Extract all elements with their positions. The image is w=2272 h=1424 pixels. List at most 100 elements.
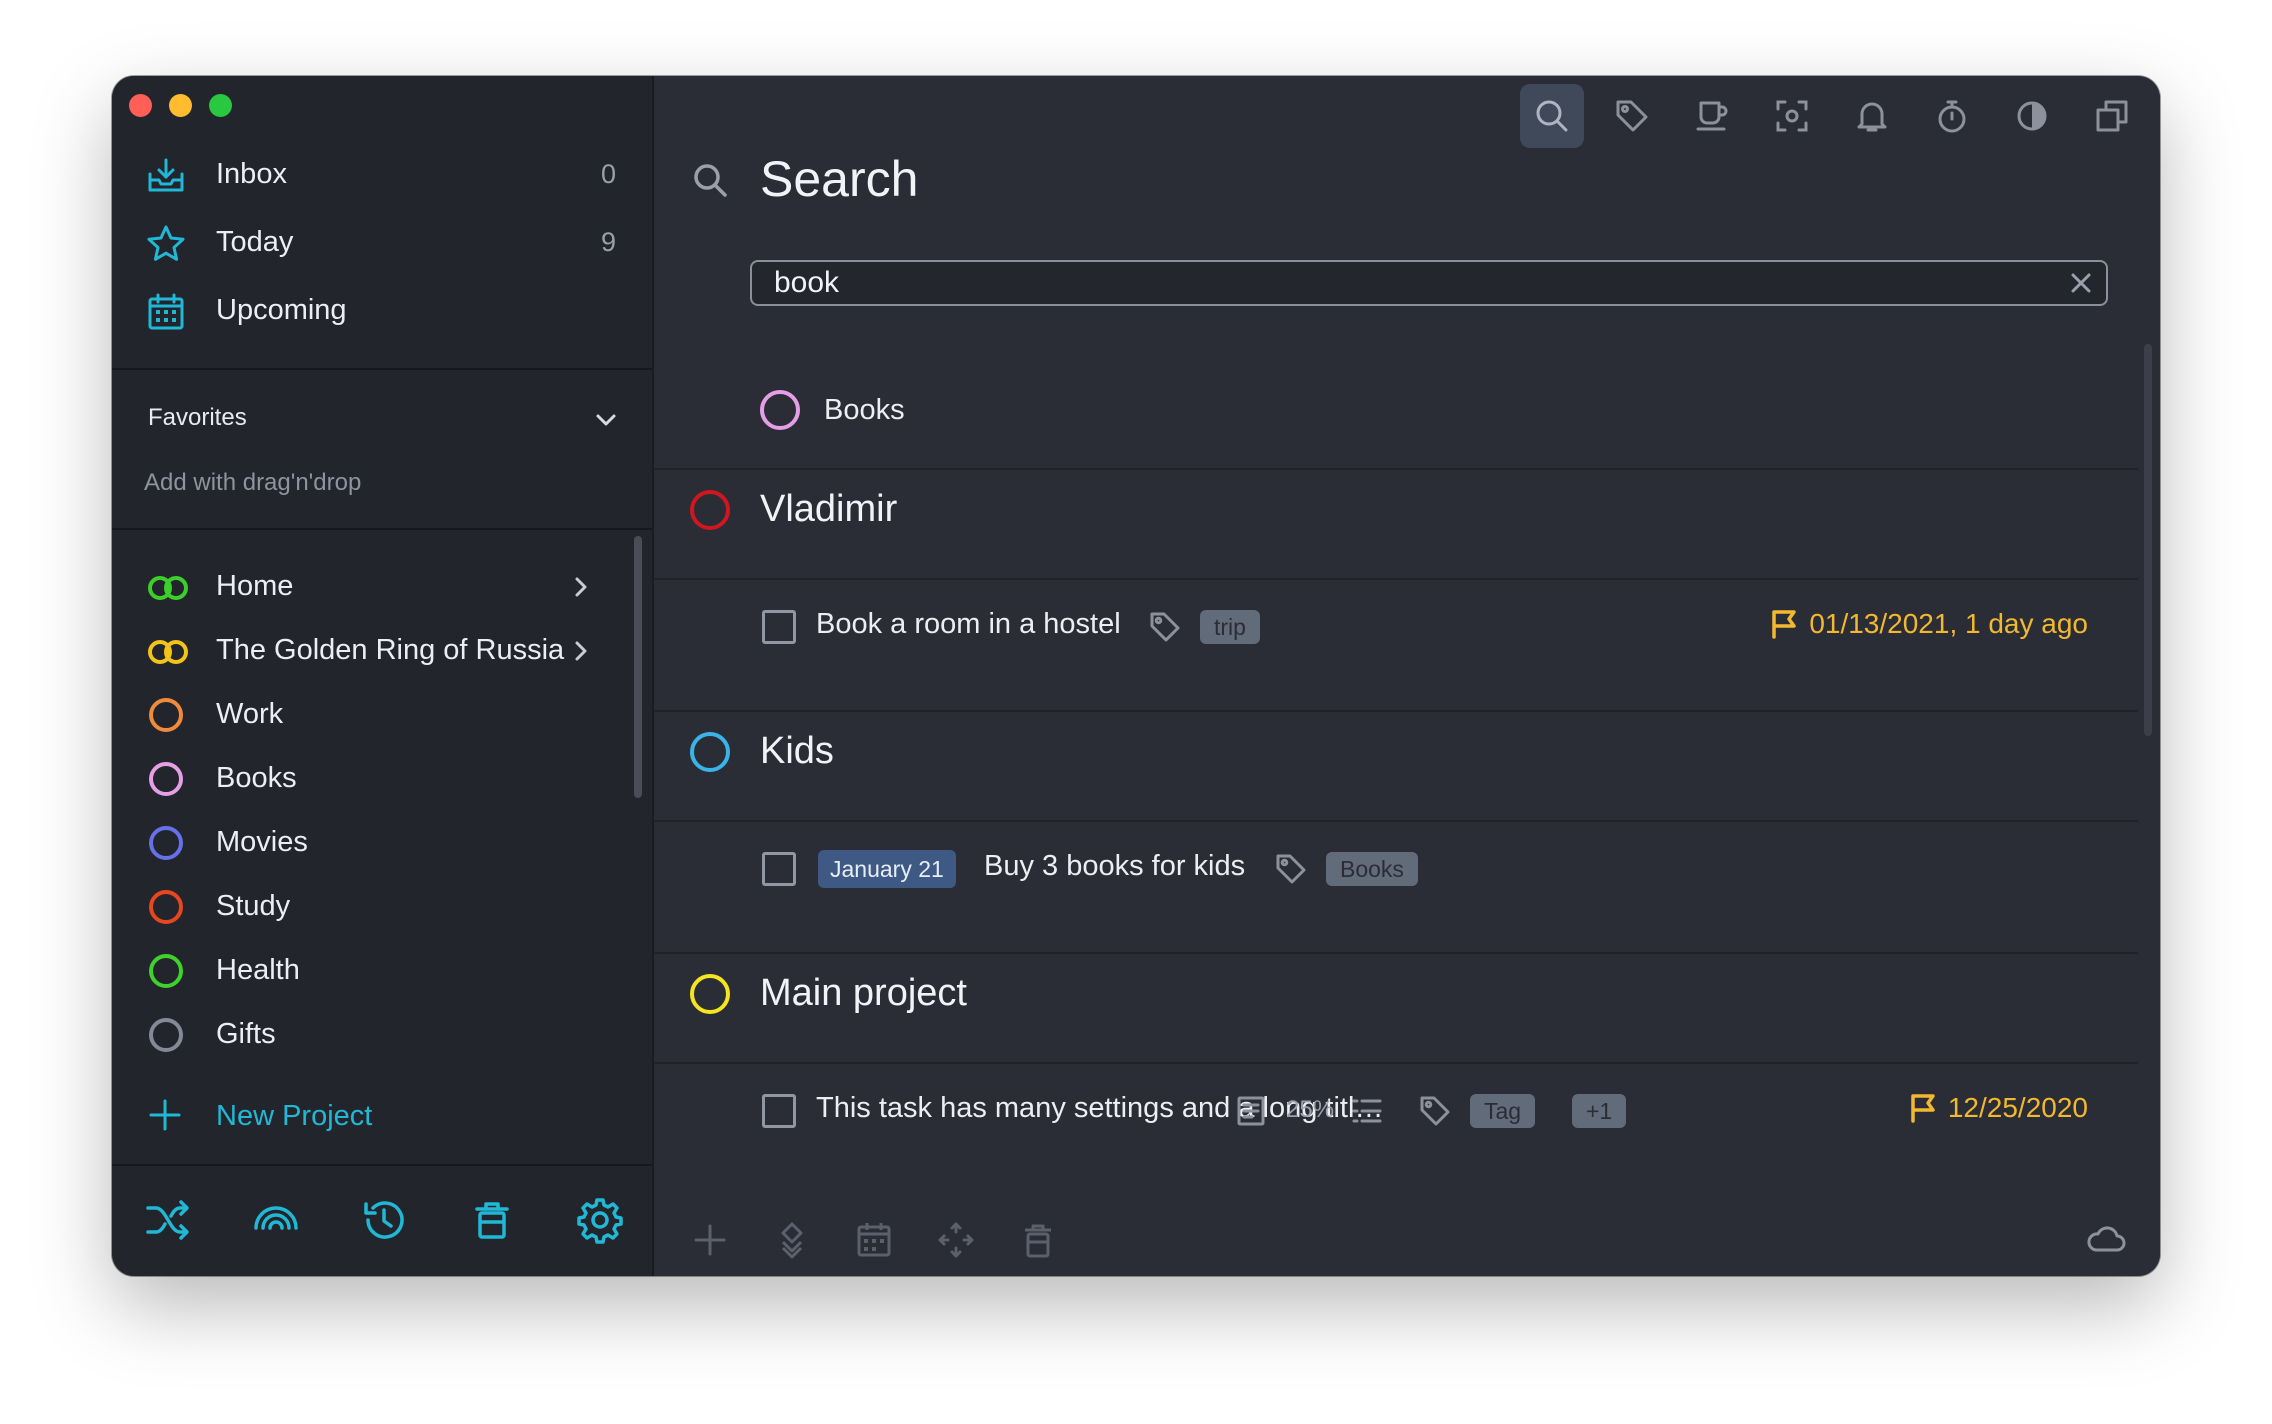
task-checkbox[interactable] [762, 1094, 796, 1128]
project-movies[interactable]: Movies [112, 816, 652, 872]
nav-today-count: 9 [600, 226, 616, 257]
toolbar-window-button[interactable] [2080, 84, 2144, 148]
move-icon[interactable] [772, 1220, 812, 1260]
task-row[interactable]: January 21 Buy 3 books for kids Books [654, 822, 2138, 910]
task-group-vladimir[interactable]: Vladimir [654, 470, 2138, 546]
project-label: Movies [216, 826, 308, 858]
rainbow-icon[interactable] [252, 1196, 300, 1244]
move-arrows-icon[interactable] [936, 1220, 976, 1260]
project-label: Study [216, 890, 291, 922]
main-bottom-bar [654, 1196, 2160, 1276]
toolbar-focus-button[interactable] [1760, 84, 1824, 148]
nav-inbox-label: Inbox [216, 157, 287, 190]
tag-icon [1616, 100, 1648, 132]
task-row[interactable]: Book a room in a hostel trip 01/13/2021,… [654, 580, 2138, 668]
toolbar-reminders-button[interactable] [1840, 84, 1904, 148]
project-label: Books [216, 762, 297, 794]
calendar-icon [148, 293, 184, 330]
task-title: Buy 3 books for kids [984, 850, 1246, 882]
project-label: Work [216, 698, 284, 730]
nav-inbox-count: 0 [600, 158, 616, 189]
task-group-kids[interactable]: Kids [654, 712, 2138, 788]
group-title: Main project [760, 972, 967, 1014]
main-scrollbar[interactable] [2144, 344, 2152, 736]
duplicate-window-icon [2096, 100, 2128, 132]
toolbar-search-button[interactable] [1520, 84, 1584, 148]
tag-pill[interactable]: Books [1326, 852, 1418, 886]
project-label: Health [216, 954, 300, 986]
project-work[interactable]: Work [112, 688, 652, 744]
toolbar-theme-button[interactable] [2000, 84, 2064, 148]
nav-inbox[interactable]: Inbox 0 [112, 144, 652, 204]
clear-search-icon[interactable] [2068, 270, 2094, 296]
due-date-text: 01/13/2021, 1 day ago [1809, 608, 2088, 639]
page-title: Search [760, 151, 919, 207]
favorites-title: Favorites [148, 404, 247, 431]
project-ring-icon [690, 490, 730, 530]
close-window-button[interactable] [129, 94, 152, 117]
zoom-window-button[interactable] [209, 94, 232, 117]
project-home[interactable]: Home [112, 560, 652, 616]
project-study[interactable]: Study [112, 880, 652, 936]
project-health[interactable]: Health [112, 944, 652, 1000]
project-books[interactable]: Books [112, 752, 652, 808]
scheduled-date-badge[interactable]: January 21 [818, 850, 956, 888]
task-row[interactable]: This task has many settings and a long t… [654, 1064, 2138, 1152]
nav-upcoming[interactable]: Upcoming [112, 280, 652, 340]
checklist-progress: 25% [1286, 1096, 1335, 1123]
cloud-sync-icon[interactable] [2086, 1220, 2126, 1260]
app-window: Inbox 0 Today 9 Upcoming Favorites Add w… [112, 76, 2160, 1276]
chevron-down-icon[interactable] [592, 406, 620, 434]
tag-icon [1420, 1096, 1450, 1126]
settings-gear-icon[interactable] [576, 1196, 624, 1244]
search-input[interactable] [774, 262, 2024, 304]
due-date[interactable]: 01/13/2021, 1 day ago [1769, 608, 2088, 640]
flag-icon [1772, 610, 1797, 639]
checklist-icon [1352, 1099, 1382, 1123]
nav-today-label: Today [216, 225, 294, 258]
new-project-button[interactable]: New Project [112, 1088, 652, 1144]
sidebar-bottom-bar [112, 1164, 652, 1276]
trash-icon[interactable] [468, 1196, 516, 1244]
project-ring-icon [149, 826, 183, 860]
project-ring-icon [690, 732, 730, 772]
project-ring-icon [149, 1018, 183, 1052]
stopwatch-icon [1938, 100, 1966, 133]
toolbar-break-button[interactable] [1680, 84, 1744, 148]
project-ring-icon [690, 974, 730, 1014]
project-golden-ring[interactable]: The Golden Ring of Russia [112, 624, 652, 680]
toolbar-timer-button[interactable] [1920, 84, 1984, 148]
task-checkbox[interactable] [762, 852, 796, 886]
shuffle-icon[interactable] [144, 1196, 192, 1244]
add-icon[interactable] [690, 1220, 730, 1260]
sidebar-scrollbar[interactable] [634, 536, 642, 798]
project-ring-icon [760, 390, 800, 430]
task-title: Book a room in a hostel [816, 608, 1121, 640]
window-controls [129, 94, 232, 117]
project-label: Gifts [216, 1018, 276, 1050]
project-group-rings-icon [148, 640, 188, 664]
task-group-main-project[interactable]: Main project [654, 954, 2138, 1030]
bell-icon [1857, 102, 1887, 132]
search-icon [1536, 100, 1568, 132]
due-date[interactable]: 12/25/2020 [1908, 1092, 2088, 1124]
project-label: Home [216, 570, 294, 602]
tag-pill[interactable]: trip [1200, 610, 1260, 644]
due-date-text: 12/25/2020 [1947, 1092, 2088, 1123]
task-checkbox[interactable] [762, 610, 796, 644]
project-gifts[interactable]: Gifts [112, 1008, 652, 1064]
star-icon [147, 225, 185, 261]
more-tags-pill[interactable]: +1 [1572, 1094, 1627, 1128]
search-field[interactable] [750, 260, 2108, 306]
schedule-calendar-icon[interactable] [854, 1220, 894, 1260]
project-group-rings-icon [148, 576, 188, 600]
tag-pill[interactable]: Tag [1470, 1094, 1536, 1128]
minimize-window-button[interactable] [169, 94, 192, 117]
history-icon[interactable] [360, 1196, 408, 1244]
nav-today[interactable]: Today 9 [112, 212, 652, 272]
sidebar-divider [112, 368, 652, 370]
delete-icon[interactable] [1018, 1220, 1058, 1260]
chevron-right-icon[interactable] [568, 638, 594, 664]
chevron-right-icon[interactable] [568, 574, 594, 600]
toolbar-tags-button[interactable] [1600, 84, 1664, 148]
